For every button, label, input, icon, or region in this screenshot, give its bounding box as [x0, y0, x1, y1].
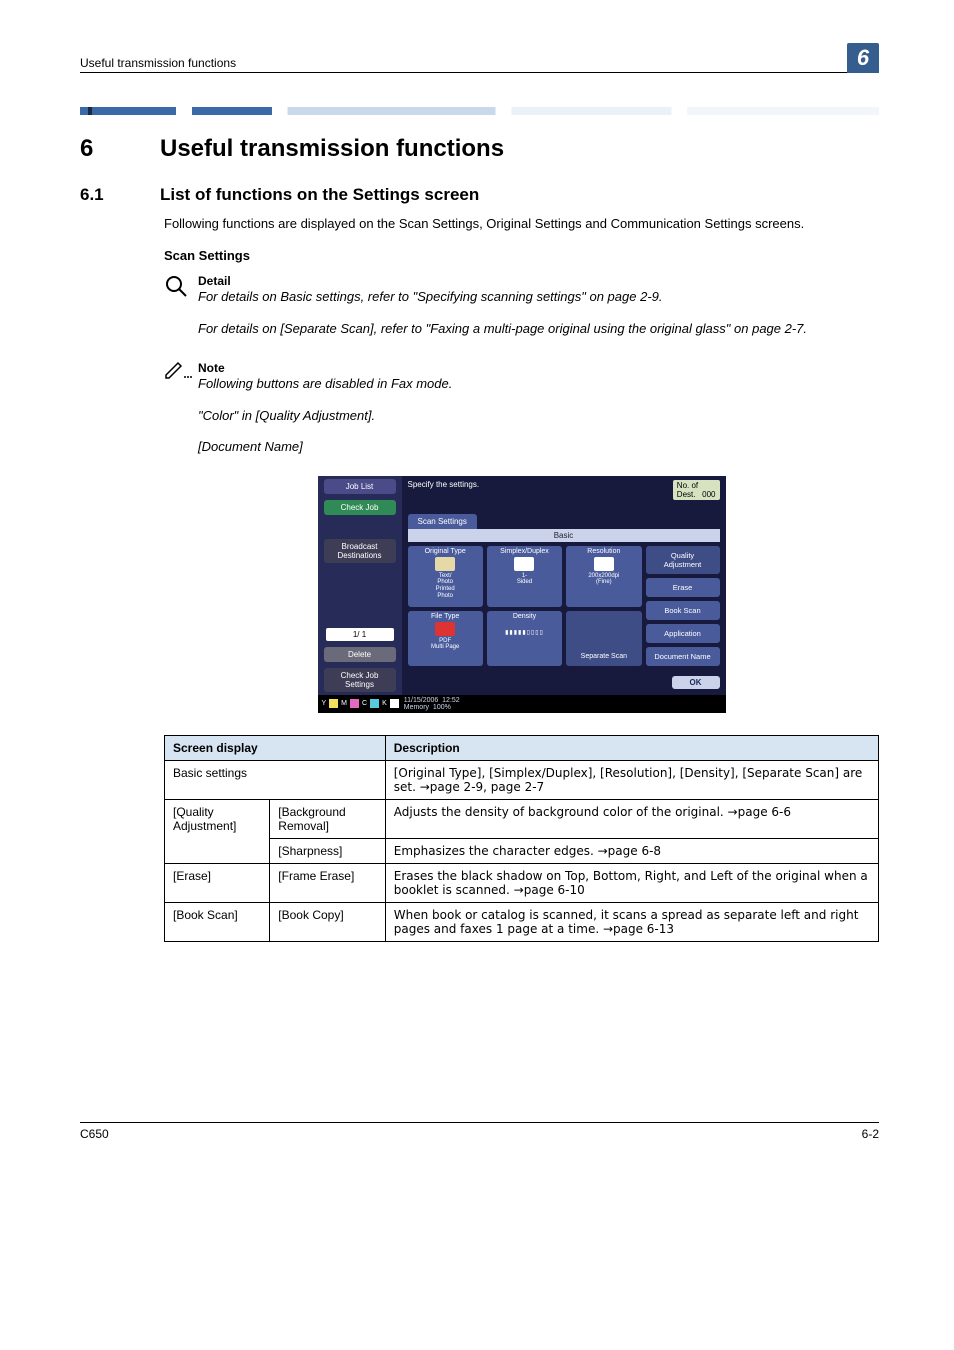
broadcast-tab[interactable]: Broadcast Destinations [324, 539, 396, 563]
density-button[interactable]: Density▮▮▮▮▮▯▯▯▯ [487, 611, 562, 666]
settings-table: Screen display Description Basic setting… [164, 735, 879, 942]
toner-y-icon [329, 699, 338, 708]
application-button[interactable]: Application [646, 624, 720, 643]
check-job-button[interactable]: Check Job [324, 500, 396, 515]
erase-button[interactable]: Erase [646, 578, 720, 597]
magnifier-icon [164, 274, 192, 301]
decorative-bar [80, 107, 879, 115]
foot-mem-label: Memory [404, 704, 429, 711]
resolution-button[interactable]: Resolution200x200dpi (Fine) [566, 546, 641, 607]
note-line2: "Color" in [Quality Adjustment]. [198, 407, 879, 425]
scan-settings-heading: Scan Settings [164, 247, 879, 265]
table-row: Basic settings [Original Type], [Simplex… [165, 760, 879, 799]
original-type-icon [435, 557, 455, 571]
page-indicator: 1/ 1 [326, 628, 394, 641]
specify-text: Specify the settings. [408, 480, 480, 500]
chapter-number: 6 [80, 135, 160, 163]
detail-line1: For details on Basic settings, refer to … [198, 288, 879, 306]
toner-m-icon [350, 699, 359, 708]
intro-paragraph: Following functions are displayed on the… [164, 215, 879, 233]
table-row: [Erase] [Frame Erase] Erases the black s… [165, 863, 879, 902]
ok-button[interactable]: OK [672, 676, 720, 689]
chapter-badge: 6 [847, 43, 879, 73]
toner-c-icon [370, 699, 379, 708]
file-type-button[interactable]: File TypePDF Multi Page [408, 611, 483, 666]
note-title: Note [198, 361, 879, 375]
resolution-icon [594, 557, 614, 571]
footer-left: C650 [80, 1127, 109, 1141]
separate-scan-button[interactable]: Separate Scan [566, 611, 641, 666]
section-heading: 6.1List of functions on the Settings scr… [80, 185, 879, 205]
chapter-heading: 6Useful transmission functions [80, 135, 879, 163]
nod-label: No. of Dest. [677, 481, 698, 499]
simplex-icon [514, 557, 534, 571]
running-title: Useful transmission functions [80, 56, 236, 70]
basic-label: Basic [408, 529, 720, 542]
pencil-icon [164, 361, 192, 384]
th-screen-display: Screen display [165, 735, 386, 760]
note-line1: Following buttons are disabled in Fax mo… [198, 375, 879, 393]
scan-settings-tab[interactable]: Scan Settings [408, 514, 477, 529]
table-row: [Quality Adjustment] [Background Removal… [165, 799, 879, 838]
th-description: Description [385, 735, 878, 760]
detail-title: Detail [198, 274, 879, 288]
note-line3: [Document Name] [198, 438, 879, 456]
job-list-button[interactable]: Job List [324, 479, 396, 494]
footer-right: 6-2 [862, 1127, 879, 1141]
pdf-icon [435, 622, 455, 636]
section-title: List of functions on the Settings screen [160, 185, 479, 204]
table-row: [Sharpness] Emphasizes the character edg… [165, 838, 879, 863]
toner-k-icon [390, 699, 399, 708]
table-row: [Book Scan] [Book Copy] When book or cat… [165, 902, 879, 941]
section-number: 6.1 [80, 185, 160, 205]
document-name-button[interactable]: Document Name [646, 647, 720, 666]
foot-time: 12:52 [442, 697, 460, 704]
quality-adjustment-button[interactable]: Quality Adjustment [646, 546, 720, 574]
device-panel: Job List Check Job Broadcast Destination… [318, 476, 726, 713]
nod-value: 000 [702, 490, 715, 499]
simplex-duplex-button[interactable]: Simplex/Duplex1- Sided [487, 546, 562, 607]
foot-mem-val: 100% [433, 704, 451, 711]
detail-line2: For details on [Separate Scan], refer to… [198, 320, 879, 338]
original-type-button[interactable]: Original TypeText/ Photo Printed Photo [408, 546, 483, 607]
foot-date: 11/15/2006 [404, 697, 439, 704]
book-scan-button[interactable]: Book Scan [646, 601, 720, 620]
delete-button[interactable]: Delete [324, 647, 396, 662]
check-settings-button[interactable]: Check Job Settings [324, 668, 396, 692]
chapter-title: Useful transmission functions [160, 135, 504, 162]
